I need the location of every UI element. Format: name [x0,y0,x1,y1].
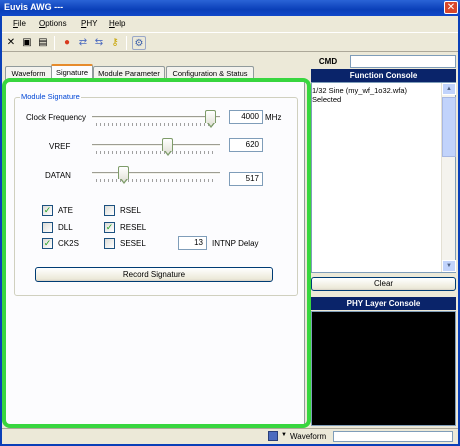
waveform-status-label: Waveform [290,432,327,441]
tab-module-parameter[interactable]: Module Parameter [93,66,165,80]
menu-bar: File Options PHY Help [2,16,458,32]
waveform-icon [268,431,278,441]
ck2s-label: CK2S [58,239,79,248]
resel-checkbox[interactable]: ✓ [104,222,115,233]
connect-icon[interactable]: ⇄ [76,36,90,50]
function-console-text: 1/32 Sine (my_wf_1o32.wfa) Selected [312,86,442,104]
function-console-header: Function Console [311,69,456,82]
disconnect-icon[interactable]: ⇆ [92,36,106,50]
clock-frequency-value[interactable]: 4000 [229,110,263,124]
cut-icon[interactable]: ✕ [4,36,18,50]
save-icon[interactable]: ▣ [20,36,34,50]
function-console-scrollbar[interactable]: ▲ ▼ [441,83,456,272]
status-field [333,431,453,442]
ck2s-checkbox[interactable]: ✓ [42,238,53,249]
console-line: Selected [312,95,342,104]
tab-configuration-status[interactable]: Configuration & Status [166,66,254,80]
ate-label: ATE [58,206,73,215]
slider-thumb[interactable] [162,138,173,156]
dropdown-icon[interactable]: ▼ [281,432,287,438]
menu-help[interactable]: Help [109,19,125,28]
toolbar-separator [126,36,127,50]
record-signature-button[interactable]: Record Signature [35,267,273,282]
console-line: 1/32 Sine (my_wf_1o32.wfa) [312,86,408,95]
toolbar: ✕ ▣ ▤ ● ⇄ ⇆ ⚷ ⚙ [2,32,458,52]
vref-value[interactable]: 620 [229,138,263,152]
scrollbar-thumb[interactable] [442,97,456,157]
cmd-label: CMD [318,57,338,66]
menu-file[interactable]: File [13,19,26,28]
menu-phy[interactable]: PHY [81,19,97,28]
dll-checkbox[interactable] [42,222,53,233]
key-icon[interactable]: ⚷ [108,36,122,50]
intnp-delay-value[interactable]: 13 [178,236,207,250]
vref-slider[interactable] [92,138,220,156]
close-icon: ✕ [446,2,456,13]
scroll-down-icon[interactable]: ▼ [442,260,456,272]
slider-thumb[interactable] [205,110,216,128]
datan-slider[interactable] [92,166,220,184]
slider-thumb[interactable] [118,166,129,184]
datan-value[interactable]: 517 [229,172,263,186]
menu-options[interactable]: Options [39,19,67,28]
clock-frequency-label: Clock Frequency [26,113,87,122]
dll-label: DLL [58,223,73,232]
datan-label: DATAN [45,171,71,180]
resel-label: RESEL [120,223,147,232]
clock-frequency-slider[interactable] [92,110,220,128]
phy-layer-console-header: PHY Layer Console [311,297,456,310]
scroll-up-icon[interactable]: ▲ [442,83,456,95]
stop-icon[interactable]: ● [60,36,74,50]
cmd-input[interactable] [350,55,456,68]
clock-frequency-unit: MHz [265,113,282,122]
toolbar-separator [54,36,55,50]
rsel-label: RSEL [120,206,141,215]
rsel-checkbox[interactable] [104,205,115,216]
settings-icon[interactable]: ⚙ [132,36,146,50]
tab-waveform[interactable]: Waveform [5,66,52,80]
intnp-delay-label: INTNP Delay [212,239,259,248]
window-title: Euvis AWG --- [4,2,64,12]
close-button[interactable]: ✕ [444,1,458,14]
vref-label: VREF [49,142,71,151]
group-title: Module Signature [20,92,81,101]
save-all-icon[interactable]: ▤ [36,36,50,50]
tab-signature[interactable]: Signature [51,64,93,81]
ate-checkbox[interactable]: ✓ [42,205,53,216]
sesel-checkbox[interactable] [104,238,115,249]
sesel-label: SESEL [120,239,146,248]
function-console[interactable] [311,82,456,273]
phy-layer-console[interactable] [311,311,456,426]
title-bar: Euvis AWG --- ✕ [0,0,460,16]
clear-button[interactable]: Clear [311,277,456,291]
